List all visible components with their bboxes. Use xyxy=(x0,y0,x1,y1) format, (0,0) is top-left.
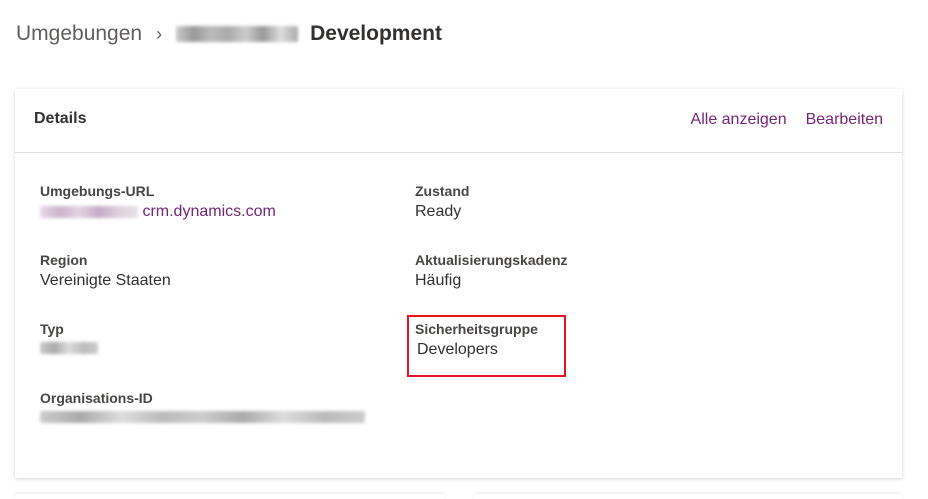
field-label: Zustand xyxy=(415,183,470,199)
field-value: Vereinigte Staaten xyxy=(40,272,171,289)
field-state: Zustand Ready xyxy=(415,183,469,221)
redacted-type xyxy=(40,342,98,354)
card-title: Details xyxy=(34,110,87,127)
field-organization-id: Organisations-ID xyxy=(40,390,365,428)
redacted-environment-name xyxy=(176,26,299,42)
field-update-cadence: Aktualisierungskadenz Häufig xyxy=(415,252,568,290)
field-label: Region xyxy=(40,252,88,268)
breadcrumb-environments-link[interactable]: Umgebungen xyxy=(16,22,142,46)
field-region: Region Vereinigte Staaten xyxy=(40,252,171,290)
field-value: Ready xyxy=(415,203,462,220)
next-cards-edge xyxy=(15,494,902,499)
field-label: Umgebungs-URL xyxy=(40,183,155,199)
environment-url-link[interactable]: crm.dynamics.com xyxy=(142,203,275,220)
field-value: Häufig xyxy=(415,272,462,289)
redacted-org-id xyxy=(40,411,365,423)
breadcrumb: Umgebungen › Development xyxy=(16,18,442,50)
details-card: Details Alle anzeigen Bearbeiten Umgebun… xyxy=(15,89,902,478)
field-label: Typ xyxy=(40,321,64,337)
field-environment-url: Umgebungs-URL crm.dynamics.com xyxy=(40,183,276,221)
field-label: Organisations-ID xyxy=(40,390,153,406)
page-title: Development xyxy=(310,22,442,45)
field-label: Sicherheitsgruppe xyxy=(415,321,538,337)
field-type: Typ xyxy=(40,321,98,359)
show-all-link[interactable]: Alle anzeigen xyxy=(691,111,787,129)
card-header: Details Alle anzeigen Bearbeiten xyxy=(15,89,902,153)
redacted-url-prefix xyxy=(40,205,138,218)
chevron-right-icon: › xyxy=(156,23,163,44)
edit-link[interactable]: Bearbeiten xyxy=(806,111,883,129)
field-value: Developers xyxy=(417,341,498,358)
field-label: Aktualisierungskadenz xyxy=(415,252,568,268)
field-security-group: Sicherheitsgruppe Developers xyxy=(415,321,538,359)
